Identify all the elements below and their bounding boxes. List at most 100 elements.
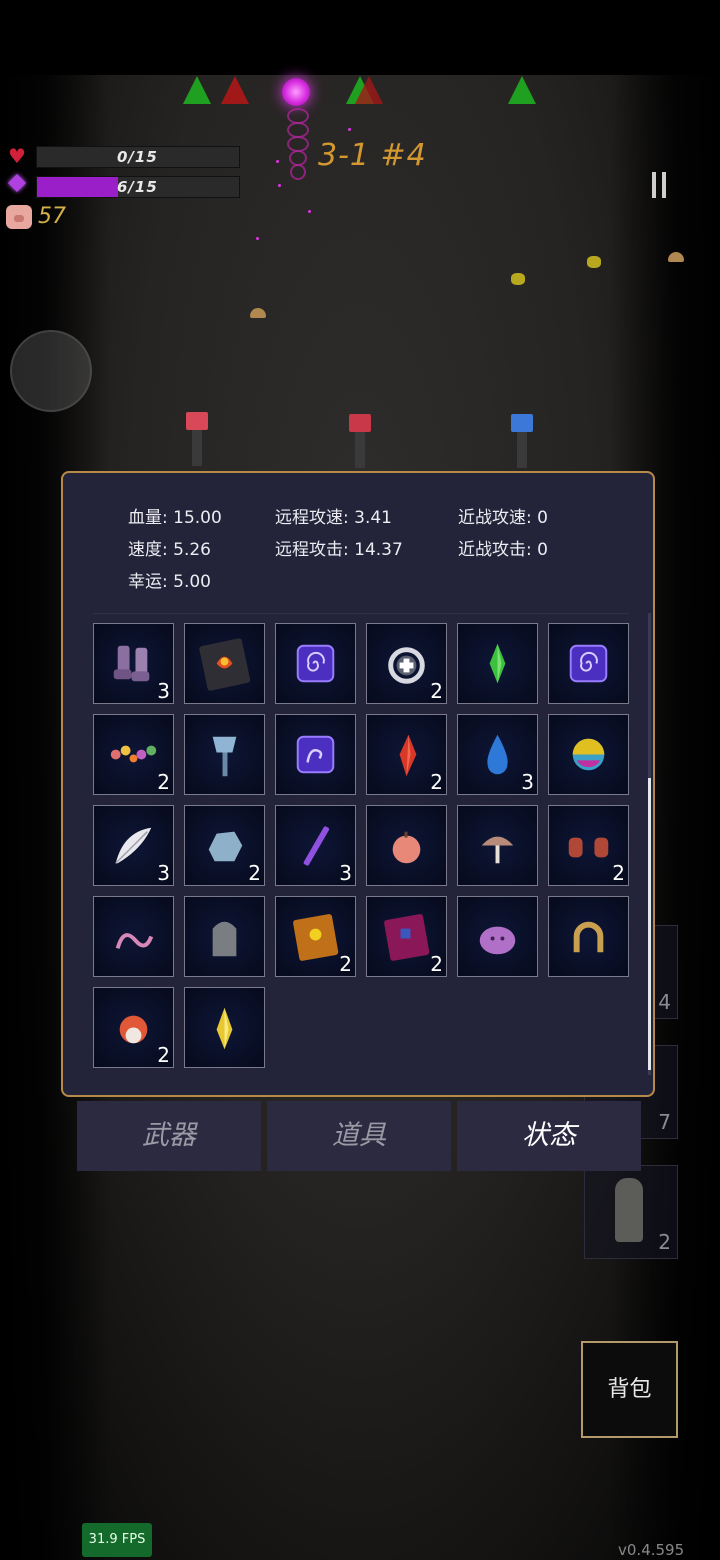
hook-rune-icon (276, 735, 355, 798)
item-quantity: 3 (521, 770, 534, 794)
turret (349, 414, 371, 468)
side-slot[interactable]: 2 (584, 1165, 678, 1259)
enemy-marker-icon (355, 76, 383, 104)
enemy-marker-icon (508, 76, 536, 104)
tab-status[interactable]: 状态 (457, 1101, 641, 1171)
fps-counter: 31.9 FPS (82, 1523, 152, 1557)
peach-icon (367, 831, 446, 889)
orb-trail (290, 164, 306, 180)
item-slot[interactable]: 2 (93, 714, 174, 795)
yellow-crystal-icon (185, 1007, 264, 1071)
stage-label: 3-1 #4 (318, 138, 427, 173)
stat-value: 3.41 (354, 508, 392, 528)
enemy-marker-icon (221, 76, 249, 104)
stat-value: 14.37 (354, 540, 403, 560)
item-slot[interactable] (184, 987, 265, 1068)
item-slot[interactable]: 2 (184, 805, 265, 886)
item-slot[interactable] (548, 896, 629, 977)
scrollbar-thumb[interactable] (648, 778, 651, 1070)
spiral-rune-icon (549, 644, 628, 707)
side-slot-count: 7 (658, 1110, 671, 1134)
stat-label: 幸运: (128, 572, 168, 592)
magic-orb (282, 78, 310, 106)
turret (511, 414, 533, 468)
item-slot[interactable]: 2 (366, 714, 447, 795)
spark (278, 184, 281, 187)
backpack-button[interactable]: 背包 (581, 1341, 678, 1438)
stat-value: 5.00 (173, 572, 211, 592)
green-crystal-icon (458, 643, 537, 707)
item-slot[interactable] (548, 623, 629, 704)
spark (256, 237, 259, 240)
item-slot[interactable] (457, 623, 538, 704)
item-slot[interactable] (457, 896, 538, 977)
item-slot[interactable] (457, 805, 538, 886)
statue-icon (615, 1178, 643, 1242)
item-slot[interactable] (275, 714, 356, 795)
virtual-joystick[interactable] (10, 330, 92, 412)
spiral-rune-icon (276, 644, 355, 707)
spark (308, 210, 311, 213)
stat-ranged-speed: 远程攻速: 3.41 (275, 503, 392, 528)
item-slot[interactable] (93, 896, 174, 977)
item-quantity: 2 (430, 679, 443, 703)
piggy-bank-icon (6, 205, 32, 229)
stat-hp: 血量: 15.00 (128, 503, 222, 528)
enemy-marker-icon (183, 76, 211, 104)
tab-weapons[interactable]: 武器 (77, 1101, 261, 1171)
stat-label: 速度: (128, 540, 168, 560)
fire-spellbook-icon (185, 638, 264, 707)
stat-speed: 速度: 5.26 (128, 535, 211, 560)
item-quantity: 2 (157, 770, 170, 794)
pause-icon[interactable] (650, 172, 670, 198)
stat-label: 近战攻击: (458, 540, 532, 560)
side-slot-count: 2 (658, 1230, 671, 1254)
item-slot[interactable] (184, 896, 265, 977)
stat-melee-attack: 近战攻击: 0 (458, 535, 548, 560)
stat-label: 远程攻击: (275, 540, 349, 560)
stat-label: 远程攻速: (275, 508, 349, 528)
purple-slime-icon (458, 926, 537, 980)
item-quantity: 3 (339, 861, 352, 885)
item-quantity: 2 (157, 1043, 170, 1067)
horseshoe-icon (549, 921, 628, 980)
item-slot[interactable]: 2 (366, 896, 447, 977)
stat-luck: 幸运: 5.00 (128, 567, 211, 592)
item-slot[interactable] (184, 714, 265, 795)
item-quantity: 3 (157, 679, 170, 703)
item-slot[interactable]: 3 (93, 623, 174, 704)
coin-count: 57 (38, 204, 66, 229)
coin-drop (511, 273, 525, 285)
rainbow-orb-icon (549, 738, 628, 798)
stat-label: 血量: (128, 508, 168, 528)
item-quantity: 3 (157, 861, 170, 885)
item-quantity: 2 (430, 770, 443, 794)
tab-items[interactable]: 道具 (267, 1101, 451, 1171)
item-slot[interactable]: 2 (275, 896, 356, 977)
item-slot[interactable]: 2 (93, 987, 174, 1068)
spark (348, 128, 351, 131)
coin-drop (587, 256, 601, 268)
heart-icon: ♥ (8, 144, 26, 168)
stat-melee-speed: 近战攻速: 0 (458, 503, 548, 528)
mana-bar: 6/15 (36, 176, 240, 198)
item-quantity: 2 (339, 952, 352, 976)
mushroom-decor (250, 308, 266, 318)
ice-axe-icon (185, 736, 264, 798)
item-slot[interactable] (366, 805, 447, 886)
item-slot[interactable] (275, 623, 356, 704)
stat-value: 15.00 (173, 508, 222, 528)
item-slot[interactable]: 3 (275, 805, 356, 886)
item-slot[interactable] (548, 714, 629, 795)
item-slot[interactable]: 2 (366, 623, 447, 704)
item-slot[interactable]: 3 (93, 805, 174, 886)
stat-label: 近战攻速: (458, 508, 532, 528)
item-slot[interactable] (184, 623, 265, 704)
stat-value: 0 (537, 540, 548, 560)
stat-ranged-attack: 远程攻击: 14.37 (275, 535, 403, 560)
mushroom-decor (668, 252, 684, 262)
item-slot[interactable]: 3 (457, 714, 538, 795)
mana-fill (37, 177, 118, 197)
status-panel: 血量: 15.00 速度: 5.26 幸运: 5.00 远程攻速: 3.41 远… (61, 471, 655, 1097)
item-slot[interactable]: 2 (548, 805, 629, 886)
